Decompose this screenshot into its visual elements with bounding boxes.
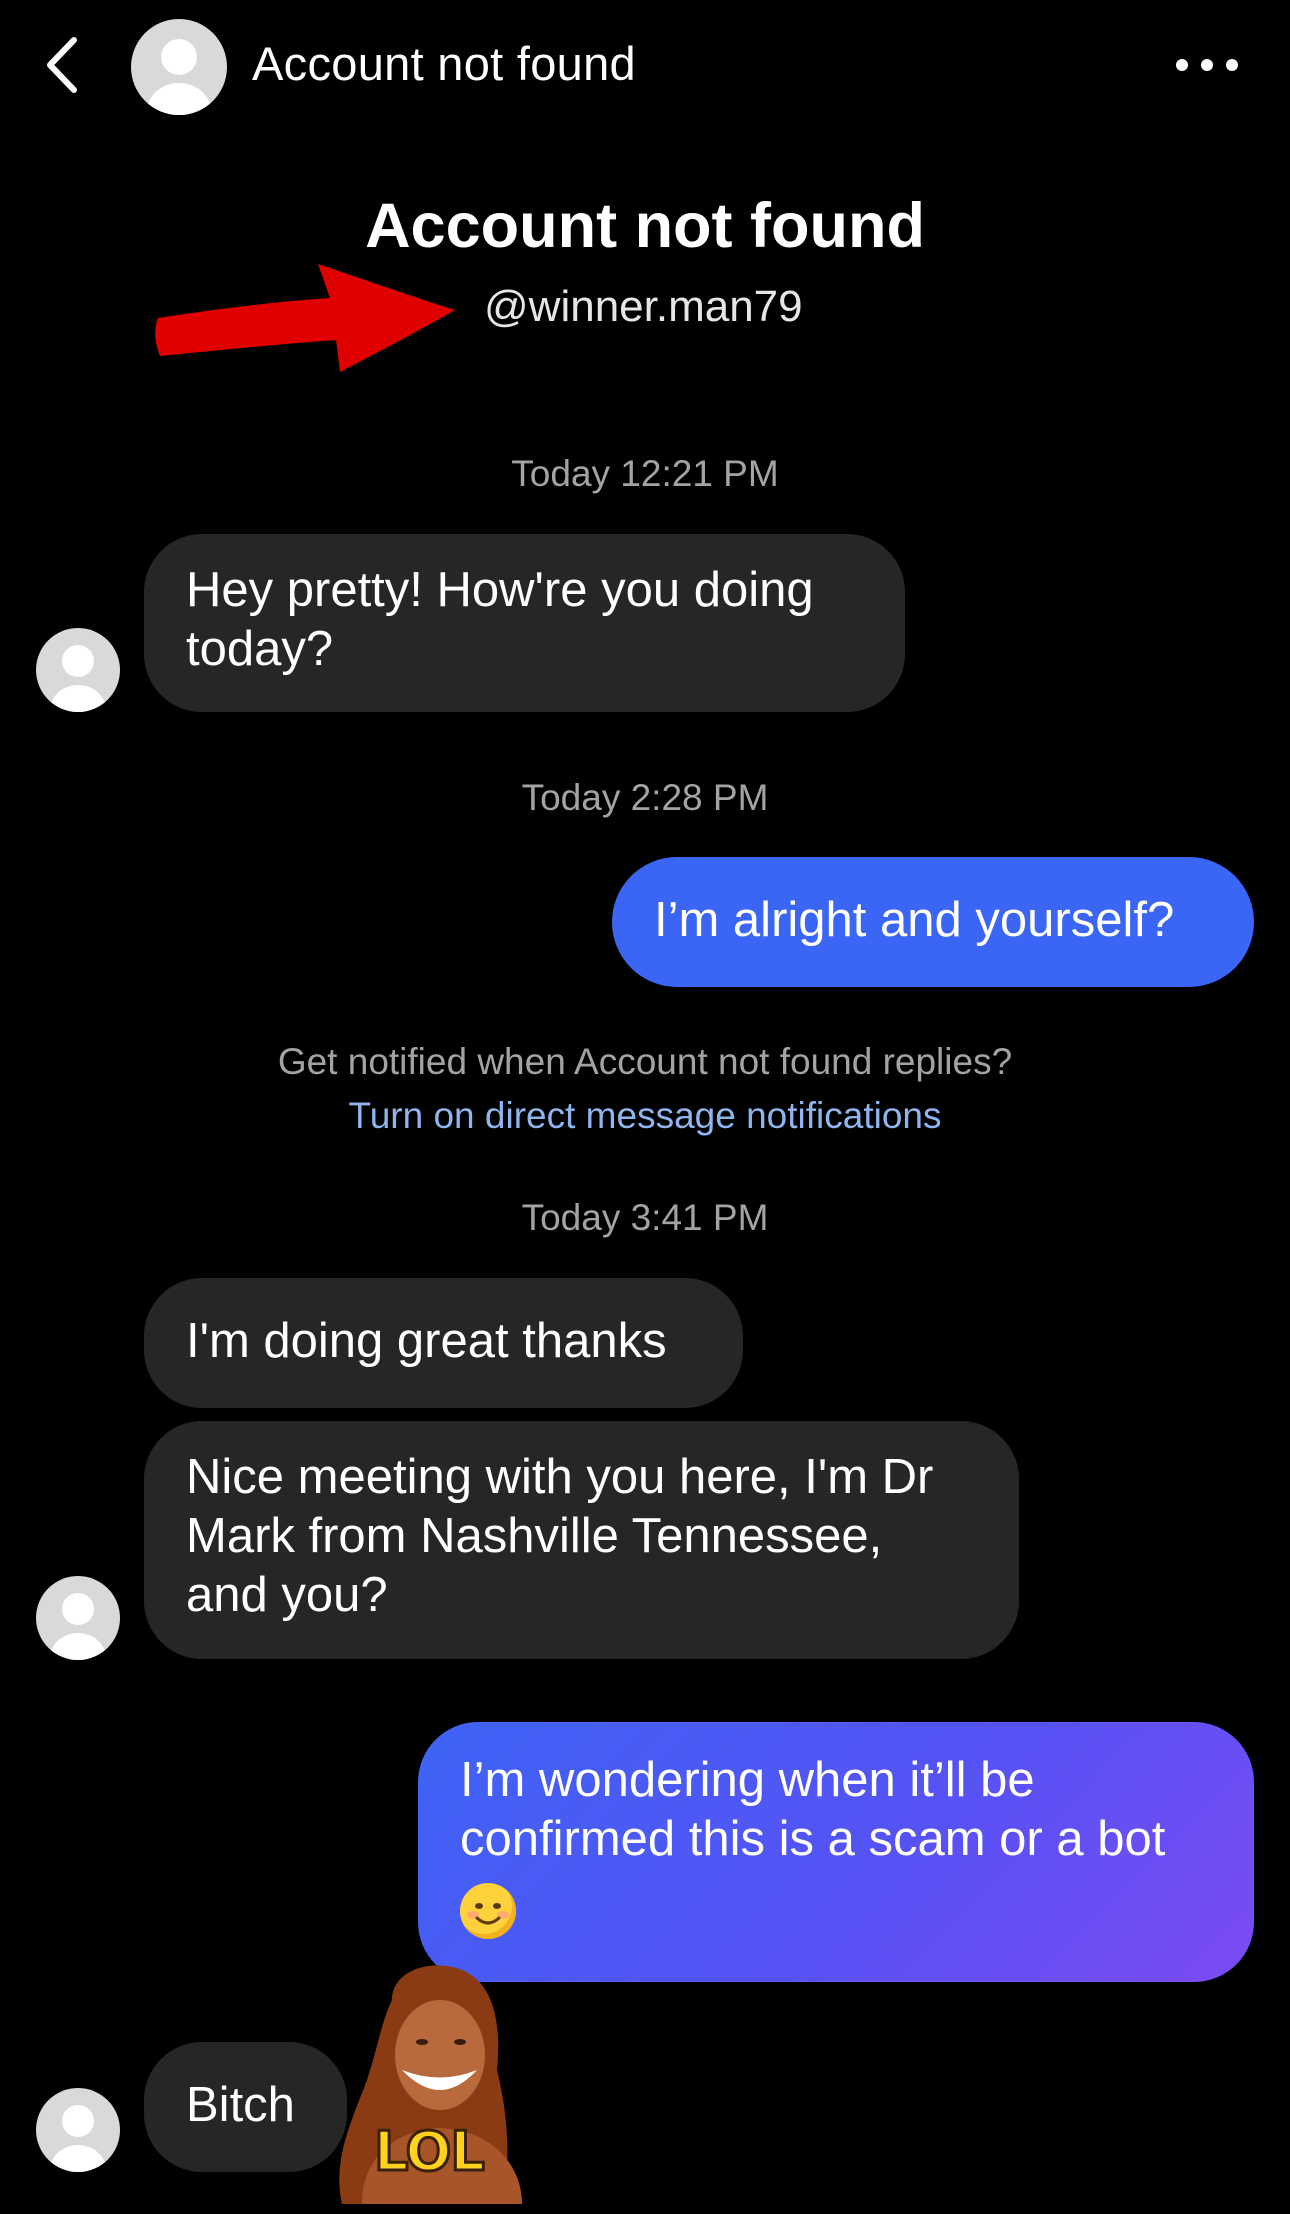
red-arrow-annotation — [155, 264, 455, 372]
incoming-message-bubble[interactable]: Bitch — [144, 2042, 347, 2172]
message-text: I’m wondering when it’ll be confirmed th… — [460, 1753, 1166, 1866]
outgoing-message-bubble[interactable]: I’m alright and yourself? — [612, 857, 1254, 987]
more-horizontal-icon — [1176, 59, 1238, 71]
incoming-message-bubble[interactable]: Nice meeting with you here, I'm Dr Mark … — [144, 1421, 1019, 1659]
smiling-face-emoji-icon — [460, 1883, 516, 1939]
message-text: I'm doing great thanks — [186, 1314, 667, 1368]
message-text: Hey pretty! How're you doing today? — [186, 563, 814, 676]
outgoing-message-bubble[interactable]: I’m wondering when it’ll be confirmed th… — [418, 1722, 1254, 1982]
back-button[interactable] — [40, 30, 90, 100]
default-avatar-icon — [50, 2105, 106, 2172]
incoming-message-bubble[interactable]: I'm doing great thanks — [144, 1278, 743, 1408]
profile-handle[interactable]: @winner.man79 — [484, 282, 803, 332]
header-title[interactable]: Account not found — [252, 36, 636, 91]
enable-notifications-link[interactable]: Turn on direct message notifications — [0, 1095, 1290, 1137]
default-avatar-icon — [50, 645, 106, 712]
more-options-button[interactable] — [1172, 50, 1242, 80]
message-timestamp: Today 12:21 PM — [511, 453, 779, 494]
message-text: Nice meeting with you here, I'm Dr Mark … — [186, 1450, 934, 1622]
header-avatar[interactable] — [131, 19, 227, 115]
chevron-left-icon — [47, 37, 77, 93]
message-timestamp: Today 2:28 PM — [521, 777, 769, 818]
sender-avatar[interactable] — [36, 2088, 120, 2172]
sender-avatar[interactable] — [36, 628, 120, 712]
message-text: Bitch — [186, 2078, 295, 2132]
sticker-caption: LOL — [373, 2119, 487, 2185]
sender-avatar[interactable] — [36, 1576, 120, 1660]
message-text: I’m alright and yourself? — [654, 893, 1175, 947]
incoming-message-bubble[interactable]: Hey pretty! How're you doing today? — [144, 534, 905, 712]
notification-prompt-text: Get notified when Account not found repl… — [277, 1041, 1013, 1082]
default-avatar-icon — [50, 1593, 106, 1660]
default-avatar-icon — [147, 39, 211, 115]
lol-sticker[interactable]: LOL — [322, 1960, 542, 2204]
message-timestamp: Today 3:41 PM — [521, 1197, 769, 1238]
